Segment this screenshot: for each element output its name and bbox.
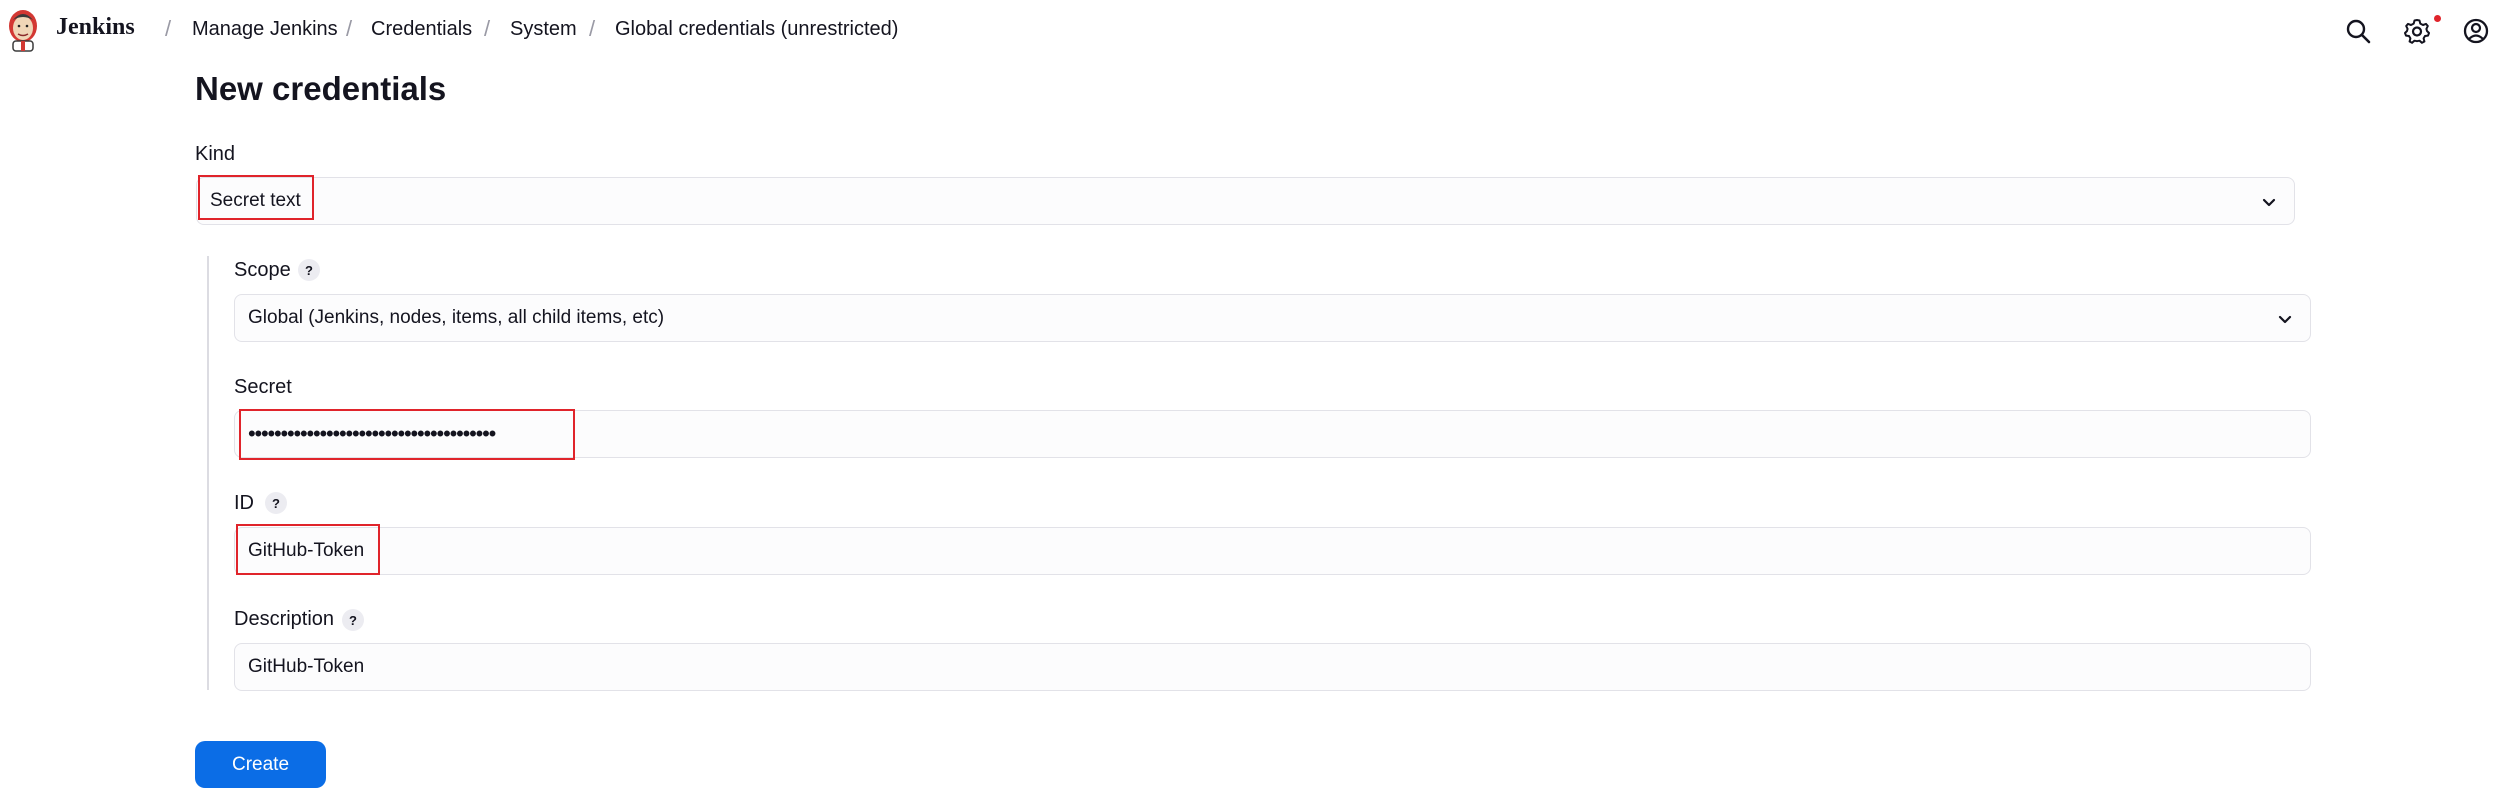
breadcrumb-separator: / [165, 16, 172, 41]
kind-label: Kind [195, 143, 236, 165]
help-icon[interactable]: ? [265, 492, 287, 514]
id-input[interactable]: GitHub-Token [234, 527, 2311, 575]
chevron-down-icon [2278, 315, 2292, 324]
notification-dot [2434, 15, 2441, 22]
user-icon[interactable] [2462, 17, 2490, 45]
scope-value: Global (Jenkins, nodes, items, all child… [248, 307, 665, 328]
description-value: GitHub-Token [248, 656, 365, 677]
breadcrumb-manage-jenkins[interactable]: Manage Jenkins [192, 18, 338, 41]
secret-input[interactable]: •••••••••••••••••••••••••••••••••••••• [234, 410, 2311, 458]
scope-select[interactable]: Global (Jenkins, nodes, items, all child… [234, 294, 2311, 342]
brand-name[interactable]: Jenkins [56, 14, 135, 41]
scope-label: Scope [234, 259, 291, 281]
group-divider [207, 256, 209, 690]
gear-icon[interactable] [2403, 17, 2431, 45]
page-title: New credentials [195, 70, 447, 107]
breadcrumb-global-credentials[interactable]: Global credentials (unrestricted) [615, 18, 898, 41]
breadcrumb-credentials[interactable]: Credentials [371, 18, 472, 41]
help-icon[interactable]: ? [298, 259, 320, 281]
search-icon[interactable] [2344, 17, 2372, 45]
id-label: ID [234, 492, 254, 514]
secret-value: •••••••••••••••••••••••••••••••••••••• [248, 421, 496, 446]
description-input[interactable]: GitHub-Token [234, 643, 2311, 691]
secret-label: Secret [234, 376, 292, 398]
breadcrumb-separator: / [589, 16, 596, 41]
breadcrumb-separator: / [346, 16, 353, 41]
kind-value: Secret text [210, 190, 301, 211]
chevron-down-icon [2262, 198, 2276, 207]
id-value: GitHub-Token [248, 540, 365, 561]
breadcrumb-system[interactable]: System [510, 18, 577, 41]
breadcrumb-separator: / [484, 16, 491, 41]
help-icon[interactable]: ? [342, 609, 364, 631]
top-header: Jenkins / Manage Jenkins / Credentials /… [0, 0, 2502, 62]
jenkins-logo[interactable] [4, 6, 42, 54]
kind-select[interactable]: Secret text [196, 177, 2295, 225]
description-label: Description [234, 608, 335, 630]
create-button[interactable]: Create [195, 741, 326, 788]
